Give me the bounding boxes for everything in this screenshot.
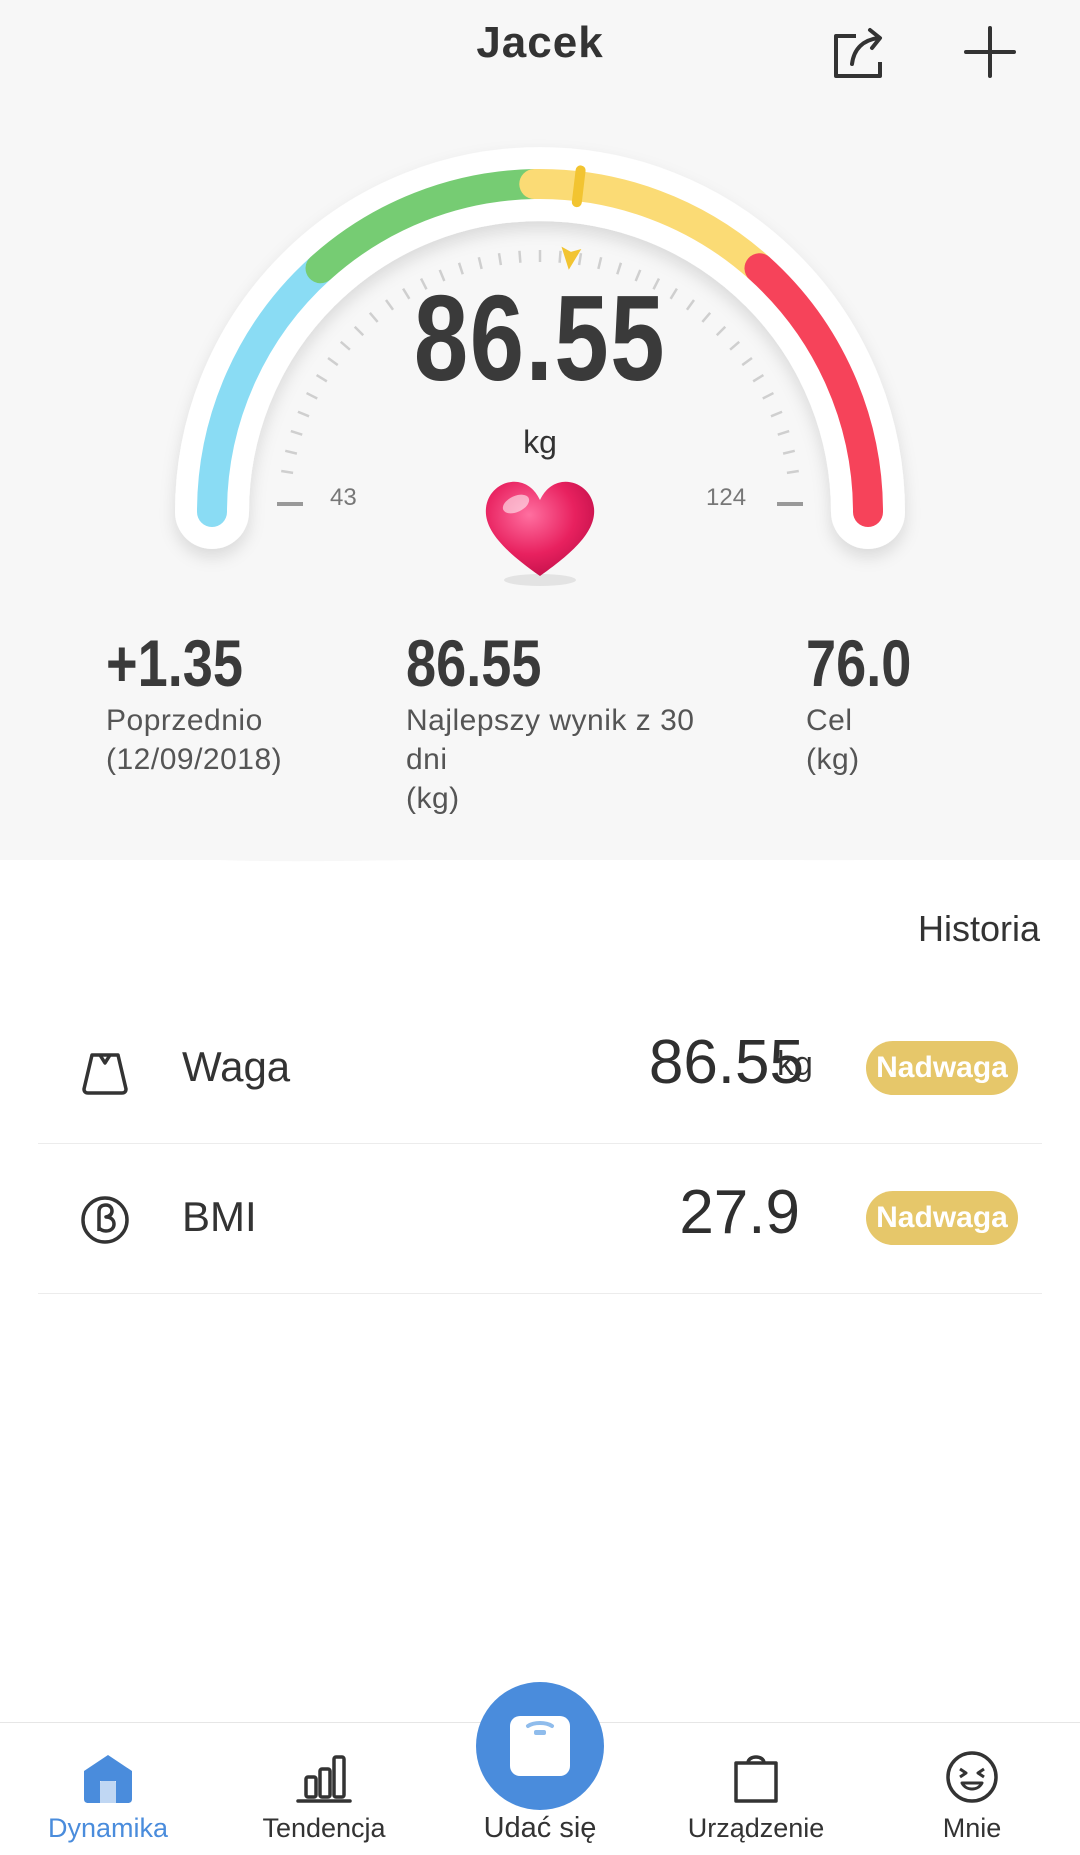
tab-tendencja[interactable]: Tendencja — [216, 1723, 432, 1855]
metric-row-weight[interactable]: Waga 86.55 kg Nadwaga — [38, 993, 1042, 1144]
stat-value: 86.55 — [406, 626, 542, 700]
heart-icon — [485, 481, 595, 586]
current-weight-value: 86.55 — [413, 270, 667, 406]
gauge-tick — [770, 410, 783, 418]
stat-previous: +1.35 Poprzednio (12/09/2018) — [106, 625, 282, 779]
metric-row-bmi[interactable]: BMI 27.9 Nadwaga — [38, 1143, 1042, 1294]
tab-label: Urządzenie — [687, 1813, 825, 1843]
metric-unit: kg — [777, 1045, 813, 1083]
metric-name: BMI — [182, 1193, 257, 1240]
weigh-in-button[interactable] — [476, 1682, 604, 1810]
tab-label: Dynamika — [47, 1813, 169, 1843]
tab-urzadzenie[interactable]: Urządzenie — [648, 1723, 864, 1855]
tab-dynamika[interactable]: Dynamika — [0, 1723, 216, 1855]
stat-best-30-days: 86.55 Najlepszy wynik z 30 dni (kg) — [406, 625, 694, 818]
weigh-in-label: Udać się — [483, 1812, 597, 1844]
stat-label-line: Najlepszy wynik z 30 — [406, 704, 695, 737]
gauge-tick — [297, 410, 310, 418]
scale-bag-icon — [82, 1053, 128, 1095]
smiley-icon — [946, 1751, 998, 1803]
status-badge: Nadwaga — [866, 1041, 1018, 1095]
stat-value: 76.0 — [806, 626, 912, 700]
metric-name: Waga — [182, 1043, 291, 1090]
current-weight-unit: kg — [523, 424, 557, 460]
stat-label-line: Poprzednio — [106, 704, 263, 737]
bmi-icon — [81, 1196, 129, 1244]
wave-divider — [0, 820, 1080, 862]
gauge-max-label: 124 — [706, 484, 747, 511]
history-link[interactable]: Historia — [918, 908, 1040, 950]
tab-label: Tendencja — [262, 1813, 386, 1843]
stat-label-line: (kg) — [806, 743, 860, 776]
metric-value: 27.9 — [679, 1178, 800, 1247]
bar-chart-icon — [296, 1755, 352, 1803]
gauge-tick — [786, 469, 799, 475]
gauge-tick — [281, 469, 294, 475]
stat-label-line: dni — [406, 743, 448, 776]
bag-icon — [734, 1755, 778, 1803]
gauge-tick — [497, 253, 503, 266]
stat-goal: 76.0 Cel (kg) — [806, 625, 934, 779]
tab-label: Mnie — [942, 1813, 1002, 1843]
status-badge: Nadwaga — [866, 1191, 1018, 1245]
stat-value: +1.35 — [106, 626, 243, 700]
stat-label-line: (kg) — [406, 782, 460, 815]
tab-mnie[interactable]: Mnie — [864, 1723, 1080, 1855]
gauge-tick — [518, 250, 522, 263]
scale-icon — [510, 1716, 570, 1776]
stat-label-line: Cel — [806, 704, 853, 737]
gauge-min-label: 43 — [330, 484, 357, 511]
stat-label-line: (12/09/2018) — [106, 743, 283, 776]
gauge-current-marker — [571, 165, 586, 208]
gauge-tick — [577, 253, 583, 266]
gauge-tick — [558, 250, 562, 263]
home-icon — [84, 1755, 132, 1803]
